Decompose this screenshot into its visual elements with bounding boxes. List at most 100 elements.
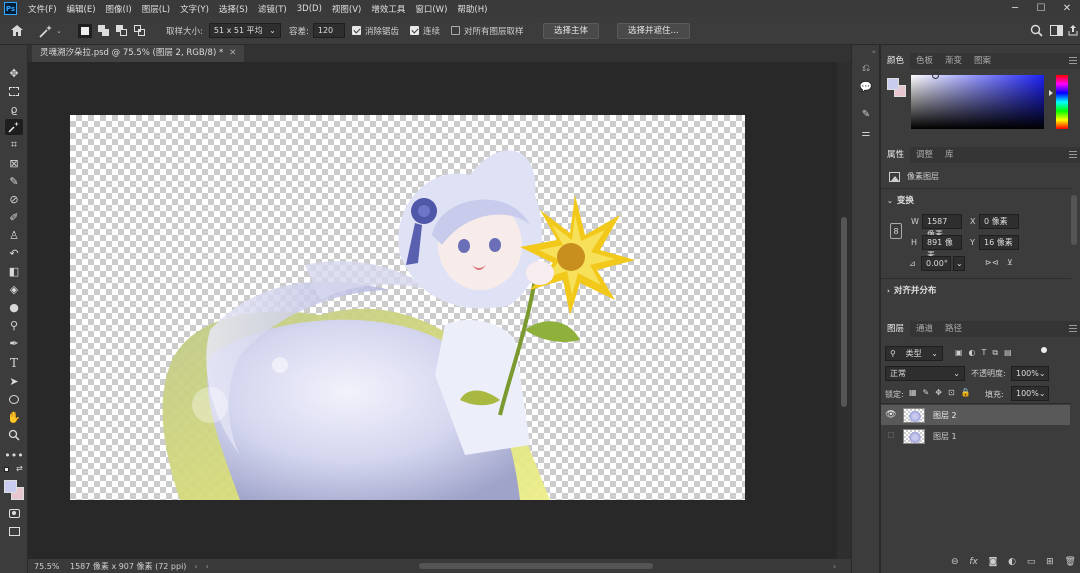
hand-tool[interactable]: ✋	[5, 409, 23, 425]
sample-size-select[interactable]: 51 x 51 平均 ⌄	[208, 23, 281, 38]
tool-preset-picker[interactable]: ⌄	[38, 21, 68, 40]
brush-tool[interactable]: ✐	[5, 209, 23, 225]
share-button[interactable]	[1068, 21, 1078, 40]
document-canvas[interactable]	[70, 115, 745, 500]
paint-bucket-tool[interactable]: ◈	[5, 281, 23, 297]
marquee-tool[interactable]	[5, 83, 23, 99]
sample-all-layers-checkbox[interactable]: 对所有图层取样	[451, 21, 524, 40]
blur-tool[interactable]: ●	[5, 299, 23, 315]
tab-layers[interactable]: 图层	[881, 321, 911, 337]
tab-adjustments[interactable]: 调整	[910, 147, 939, 163]
tab-libraries[interactable]: 库	[939, 147, 960, 163]
fx-icon[interactable]: fx	[969, 557, 978, 567]
add-selection-button[interactable]	[96, 24, 110, 38]
filter-toggle-icon[interactable]	[1041, 347, 1047, 353]
zoom-level[interactable]: 75.5%	[34, 562, 64, 571]
tab-properties[interactable]: 属性	[881, 147, 911, 163]
menu-window[interactable]: 窗口(W)	[410, 3, 452, 15]
quick-mask-button[interactable]	[5, 505, 23, 521]
close-tab-icon[interactable]: ✕	[229, 45, 236, 62]
home-button[interactable]	[10, 21, 24, 40]
menu-image[interactable]: 图像(I)	[101, 3, 137, 15]
fill-input[interactable]: 100% ⌄	[1011, 386, 1049, 401]
visibility-eye-icon[interactable]: 👁	[881, 410, 901, 420]
angle-input[interactable]: 0.00°	[921, 256, 951, 271]
vertical-scrollbar[interactable]	[837, 62, 851, 559]
tolerance-input[interactable]: 120	[312, 23, 345, 38]
menu-select[interactable]: 选择(S)	[214, 3, 253, 15]
color-picker-cursor[interactable]	[932, 72, 939, 79]
history-icon[interactable]: ⎌	[858, 61, 874, 75]
scroll-right-icon[interactable]: ›	[833, 562, 836, 571]
document-tab[interactable]: 灵魂溯汐朵拉.psd @ 75.5% (图层 2, RGB/8) * ✕	[32, 45, 245, 62]
align-section-title[interactable]: › 对齐并分布	[887, 284, 936, 296]
layer-filter-icons[interactable]: ▣◐T⧉▤	[955, 348, 1018, 358]
panel-menu-icon[interactable]	[1069, 151, 1077, 158]
new-group-icon[interactable]: ▭	[1027, 557, 1036, 567]
brush-settings-icon[interactable]: ✎	[858, 107, 874, 121]
color-field[interactable]	[911, 72, 1044, 129]
menu-plugins[interactable]: 增效工具	[366, 3, 410, 15]
layer-row[interactable]: 图层 1	[881, 426, 1070, 446]
layer-filter-select[interactable]: ⚲ 类型 ⌄	[885, 346, 943, 361]
eraser-tool[interactable]: ◧	[5, 263, 23, 279]
adjustment-layer-icon[interactable]: ◐	[1008, 557, 1016, 567]
tab-paths[interactable]: 路径	[939, 321, 968, 337]
layer-name[interactable]: 图层 1	[933, 431, 957, 442]
transform-section-title[interactable]: ⌄ 变换	[887, 194, 914, 206]
magic-wand-tool[interactable]	[5, 119, 23, 135]
link-dimensions-icon[interactable]: 8	[890, 223, 902, 239]
frame-tool[interactable]: ⊠	[5, 155, 23, 171]
menu-type[interactable]: 文字(Y)	[175, 3, 214, 15]
screen-mode-button[interactable]	[5, 523, 23, 539]
height-input[interactable]: 891 像素	[922, 235, 962, 260]
flip-horizontal-icon[interactable]: ⊳⊲	[985, 258, 998, 267]
visibility-empty-icon[interactable]	[881, 431, 901, 441]
panel-menu-icon[interactable]	[1069, 57, 1077, 64]
tab-channels[interactable]: 通道	[910, 321, 939, 337]
scroll-left-icon[interactable]: ‹	[206, 562, 209, 571]
panel-foreground-swatch[interactable]	[887, 78, 899, 90]
ellipse-tool[interactable]	[5, 391, 23, 407]
properties-scrollbar[interactable]	[1071, 195, 1077, 245]
search-button[interactable]	[1030, 21, 1043, 40]
antialias-checkbox[interactable]: 消除锯齿	[352, 21, 399, 40]
path-selection-tool[interactable]: ➤	[5, 373, 23, 389]
status-arrow-icon[interactable]: ›	[194, 562, 197, 571]
menu-help[interactable]: 帮助(H)	[452, 3, 492, 15]
adjustments-icon[interactable]: ⚌	[858, 126, 874, 140]
tab-gradients[interactable]: 渐变	[939, 53, 968, 69]
default-colors-swap[interactable]: ⇄	[4, 464, 24, 477]
lasso-tool[interactable]: ϱ	[5, 101, 23, 117]
type-tool[interactable]: T	[5, 355, 23, 371]
eyedropper-tool[interactable]: ✎	[5, 173, 23, 189]
menu-file[interactable]: 文件(F)	[23, 3, 62, 15]
move-tool[interactable]: ✥	[5, 65, 23, 81]
minimize-icon[interactable]: ─	[1002, 0, 1028, 17]
menu-edit[interactable]: 编辑(E)	[62, 3, 101, 15]
delete-layer-icon[interactable]: 🗑	[1064, 557, 1075, 567]
link-layers-icon[interactable]: ⊖	[951, 557, 959, 567]
intersect-selection-button[interactable]	[132, 24, 146, 38]
x-input[interactable]: 0 像素	[979, 214, 1019, 229]
menu-3d[interactable]: 3D(D)	[292, 4, 327, 14]
hue-pointer-icon[interactable]	[1049, 90, 1053, 96]
tab-color[interactable]: 颜色	[881, 53, 911, 69]
subtract-selection-button[interactable]	[114, 24, 128, 38]
clone-stamp-tool[interactable]: ♙	[5, 227, 23, 243]
canvas-area[interactable]	[28, 62, 837, 559]
lock-icons[interactable]: ▦✎✥⊡🔒	[909, 388, 977, 397]
hue-slider[interactable]	[1056, 75, 1068, 129]
blend-mode-select[interactable]: 正常 ⌄	[885, 366, 965, 381]
dodge-tool[interactable]: ⚲	[5, 317, 23, 333]
close-icon[interactable]: ✕	[1054, 0, 1080, 17]
new-layer-icon[interactable]: ⊞	[1046, 557, 1054, 567]
add-mask-icon[interactable]: ◙	[989, 557, 998, 567]
angle-dropdown[interactable]: ⌄	[953, 256, 965, 271]
more-tools[interactable]: •••	[4, 447, 23, 463]
comment-icon[interactable]: 💬	[858, 80, 874, 94]
panel-menu-icon[interactable]	[1069, 325, 1077, 332]
width-input[interactable]: 1587 像素	[922, 214, 962, 239]
crop-tool[interactable]: ⌗	[5, 137, 23, 153]
tab-patterns[interactable]: 图案	[968, 53, 997, 69]
